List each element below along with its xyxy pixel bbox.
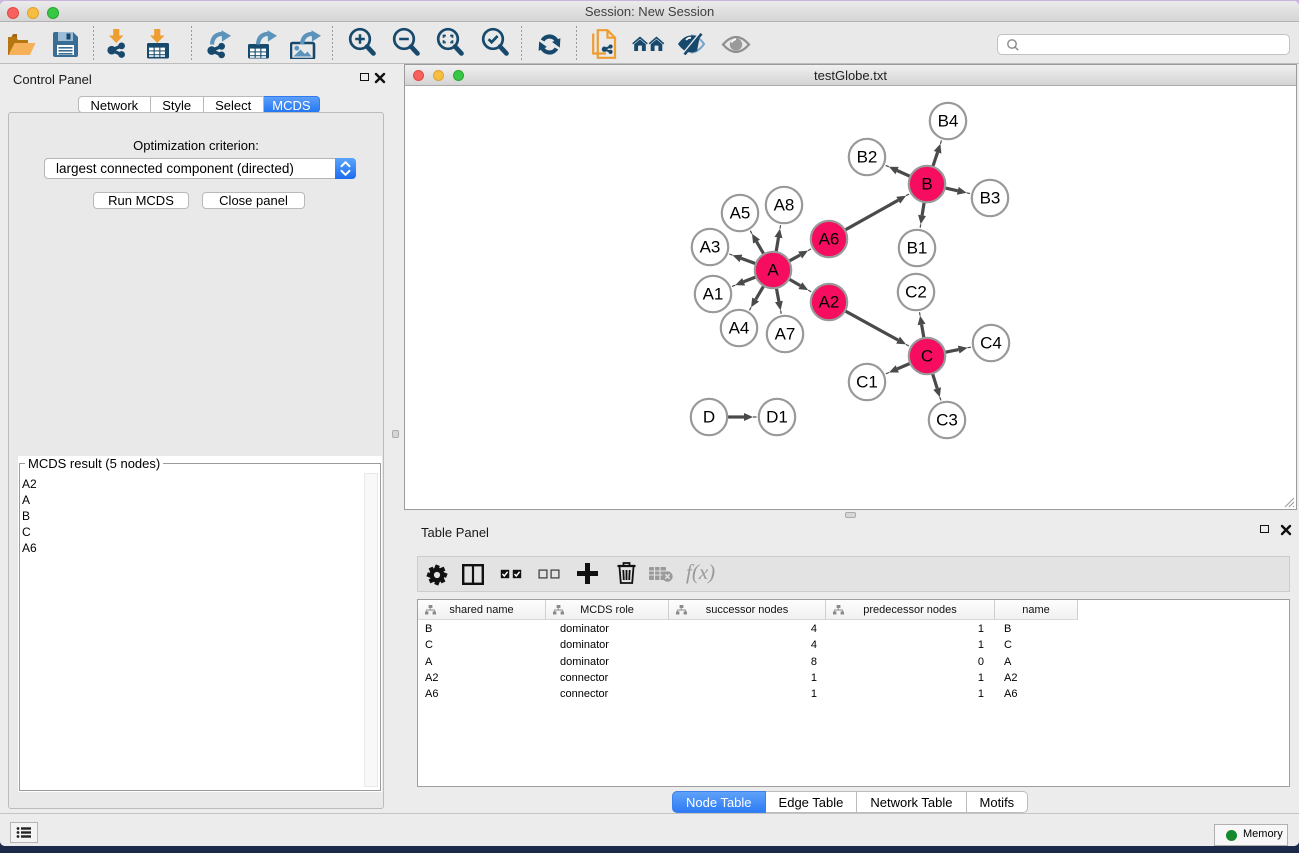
svg-text:A6: A6 [819, 230, 840, 249]
svg-text:A2: A2 [819, 293, 840, 312]
svg-text:B3: B3 [980, 189, 1001, 208]
svg-text:A5: A5 [730, 204, 751, 223]
svg-text:C3: C3 [936, 411, 958, 430]
svg-text:A4: A4 [729, 319, 750, 338]
svg-text:A1: A1 [703, 285, 724, 304]
svg-text:C1: C1 [856, 373, 878, 392]
svg-text:C4: C4 [980, 334, 1002, 353]
svg-text:A: A [767, 261, 779, 280]
svg-text:C: C [921, 347, 933, 366]
svg-text:B1: B1 [907, 239, 928, 258]
svg-text:A8: A8 [774, 196, 795, 215]
svg-text:A3: A3 [700, 238, 721, 257]
svg-text:B2: B2 [857, 148, 878, 167]
svg-text:B: B [921, 175, 932, 194]
svg-text:D: D [703, 408, 715, 427]
svg-text:C2: C2 [905, 283, 927, 302]
svg-text:A7: A7 [775, 325, 796, 344]
svg-text:D1: D1 [766, 408, 788, 427]
svg-text:B4: B4 [938, 112, 959, 131]
